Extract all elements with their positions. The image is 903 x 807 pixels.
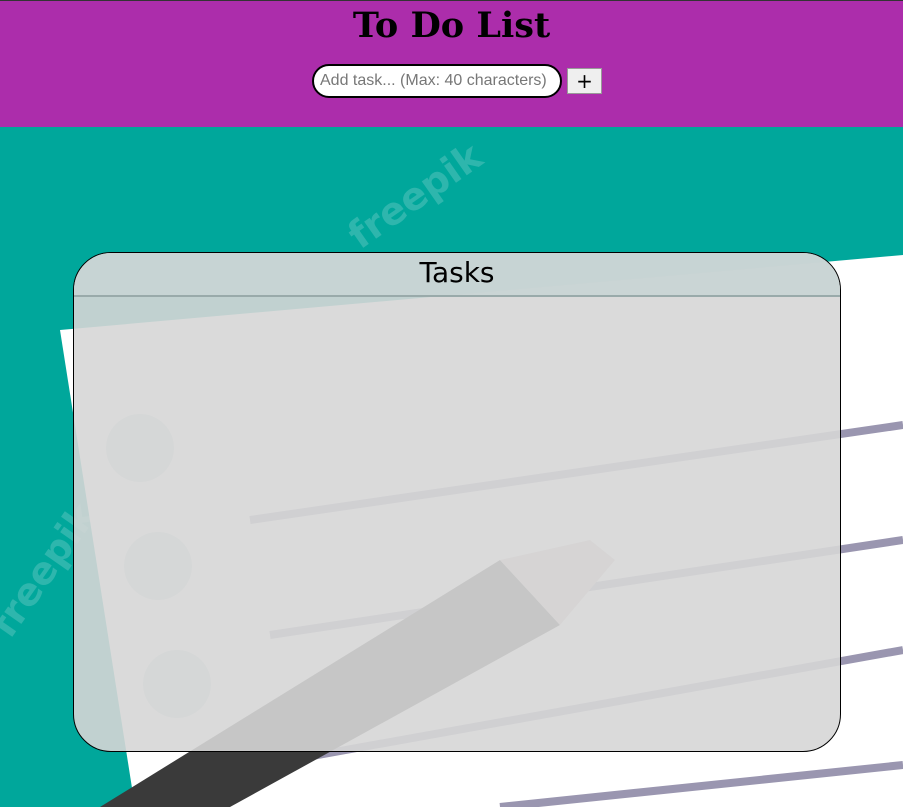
app-header: To Do List + <box>0 0 903 127</box>
tasks-panel: Tasks <box>73 252 841 752</box>
window-top-border <box>0 0 903 1</box>
tasks-title: Tasks <box>419 256 495 289</box>
add-task-input[interactable] <box>312 64 562 98</box>
page-title: To Do List <box>352 5 551 46</box>
add-task-button[interactable]: + <box>567 68 602 94</box>
tasks-header: Tasks <box>74 253 840 297</box>
task-list <box>74 297 840 751</box>
